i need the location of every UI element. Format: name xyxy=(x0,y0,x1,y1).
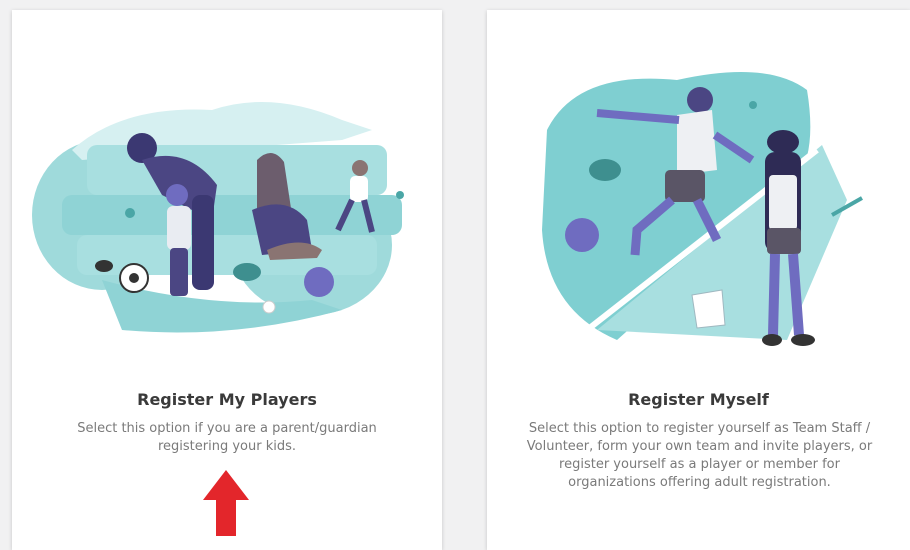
adult-sports-illustration xyxy=(542,72,863,346)
family-sports-illustration xyxy=(32,102,404,333)
card-description: Select this option to register yourself … xyxy=(526,421,873,490)
card-title: Register Myself xyxy=(628,390,769,409)
register-my-players-card[interactable]: Register My Players Select this option i… xyxy=(12,10,442,550)
register-myself-card[interactable]: Register Myself Select this option to re… xyxy=(487,10,910,550)
card-description: Select this option if you are a parent/g… xyxy=(77,421,377,454)
card-title: Register My Players xyxy=(137,390,317,409)
red-up-arrow-icon xyxy=(203,470,249,536)
